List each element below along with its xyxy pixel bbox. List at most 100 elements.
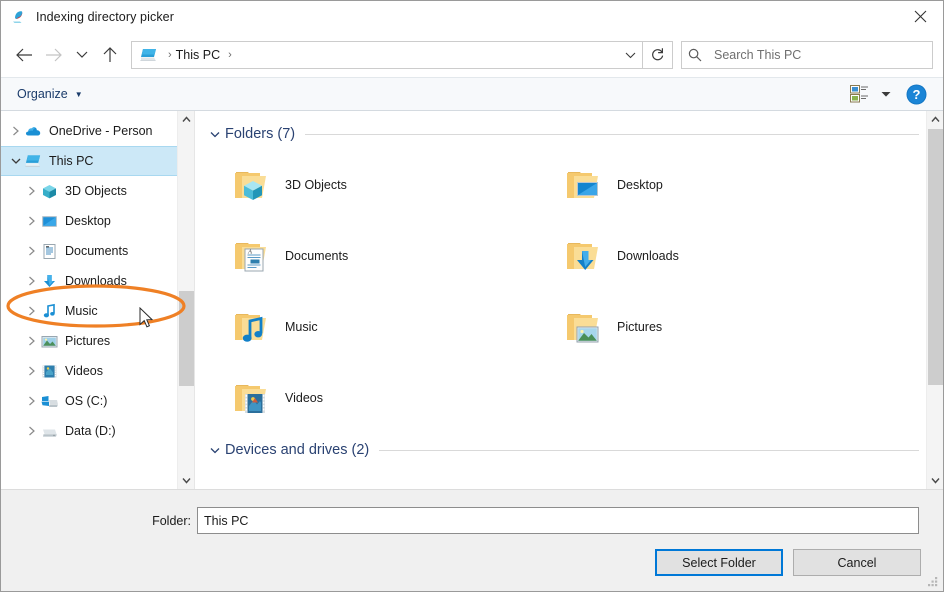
folder-item-desktop[interactable]: Desktop [535,149,867,220]
chevron-right-icon[interactable] [23,362,41,380]
folder-item-label: 3D Objects [285,177,347,192]
caret-down-icon: ▼ [74,89,83,99]
sidebar-item-label: OneDrive - Person [49,124,153,138]
sidebar-item-label: Desktop [65,214,111,228]
folder-item-pictures[interactable]: Pictures [535,291,867,362]
search-input[interactable]: Search This PC [681,40,933,69]
sidebar-item-pictures[interactable]: Pictures [1,326,194,356]
sidebar-item-3d-objects[interactable]: 3D Objects [1,176,194,206]
documents-icon [41,243,58,260]
folder-item-music[interactable]: Music [203,291,535,362]
windows-drive-icon [41,393,58,410]
folder-item-videos[interactable]: Videos [203,362,535,433]
refresh-icon[interactable] [643,40,673,69]
address-dropdown-icon[interactable] [618,42,642,68]
forward-button[interactable] [39,40,69,70]
music-icon [41,303,58,320]
select-folder-button[interactable]: Select Folder [655,549,783,576]
chevron-right-icon[interactable] [7,122,25,140]
help-icon[interactable]: ? [899,82,933,106]
folder-field-row: Folder: This PC [1,490,943,534]
group-header-label: Folders (7) [225,126,296,142]
chevron-down-icon[interactable] [207,447,223,454]
cancel-button[interactable]: Cancel [793,549,921,576]
chevron-right-icon[interactable] [23,182,41,200]
folder-downloads-icon [561,234,605,278]
up-button[interactable] [95,40,125,70]
tree-scroll-thumb[interactable] [179,291,194,386]
chevron-down-icon[interactable] [7,152,25,170]
sidebar-item-label: Downloads [65,274,127,288]
3d-objects-icon [41,183,58,200]
folder-documents-icon: A [229,234,273,278]
folder-3d-objects-icon [229,163,273,207]
chevron-down-icon[interactable] [207,131,223,138]
sidebar-item-onedrive[interactable]: OneDrive - Person [1,116,194,146]
folder-pictures-icon [561,305,605,349]
scroll-up-icon[interactable] [927,111,943,128]
sidebar-item-data-d[interactable]: Data (D:) [1,416,194,446]
sidebar-item-label: Documents [65,244,129,258]
recent-locations-button[interactable] [69,40,95,70]
sidebar-item-music[interactable]: Music [1,296,194,326]
title-bar: Indexing directory picker [1,1,943,32]
resize-grip[interactable] [927,576,939,588]
close-icon[interactable] [897,1,943,32]
organize-button[interactable]: Organize ▼ [17,87,83,101]
sidebar-item-label: Pictures [65,334,111,348]
search-placeholder: Search This PC [714,47,802,62]
chevron-right-icon[interactable] [23,392,41,410]
tree-scrollbar[interactable] [177,111,194,489]
svg-text:A: A [247,248,252,255]
chevron-right-icon[interactable] [23,272,41,290]
organize-label: Organize [17,87,68,101]
sidebar-item-os-c[interactable]: OS (C:) [1,386,194,416]
scroll-down-icon[interactable] [927,472,943,489]
app-kite-icon [11,9,27,25]
back-button[interactable] [9,40,39,70]
downloads-icon [41,273,58,290]
items-scroll-thumb[interactable] [928,129,943,385]
folder-item-documents[interactable]: A Documents [203,220,535,291]
folder-item-3d-objects[interactable]: 3D Objects [203,149,535,220]
folder-videos-icon [229,376,273,420]
chevron-right-icon[interactable] [23,422,41,440]
breadcrumb-item-this-pc[interactable]: This PC [176,48,220,62]
folder-item-downloads[interactable]: Downloads [535,220,867,291]
sidebar-item-desktop[interactable]: Desktop [1,206,194,236]
folder-item-label: Documents [285,248,349,263]
drive-icon [41,423,58,440]
breadcrumb-separator-1[interactable]: › [228,49,232,61]
this-pc-icon [140,47,158,63]
onedrive-icon [25,123,42,140]
folder-item-label: Music [285,319,318,334]
view-dropdown-icon[interactable] [873,82,899,106]
sidebar-item-label: OS (C:) [65,394,108,408]
folder-music-icon [229,305,273,349]
sidebar-item-this-pc[interactable]: This PC [1,146,190,176]
sidebar-item-documents[interactable]: Documents [1,236,194,266]
sidebar-item-downloads[interactable]: Downloads [1,266,194,296]
group-header-devices[interactable]: Devices and drives (2) [203,437,943,463]
folder-name-input[interactable]: This PC [197,507,919,534]
folder-item-label: Pictures [617,319,663,334]
videos-icon [41,363,58,380]
group-header-folders[interactable]: Folders (7) [203,121,943,147]
scroll-up-icon[interactable] [178,111,194,128]
chevron-right-icon[interactable] [23,212,41,230]
chevron-right-icon[interactable] [23,332,41,350]
view-details-icon[interactable] [845,82,873,106]
sidebar-item-videos[interactable]: Videos [1,356,194,386]
items-scrollbar[interactable] [926,111,943,489]
navigation-tree: OneDrive - Person This PC 3D Objects Des… [1,111,194,446]
chevron-right-icon[interactable] [23,302,41,320]
address-bar[interactable]: › This PC › [131,40,643,69]
svg-text:?: ? [912,87,920,102]
folder-item-label: Downloads [617,248,679,263]
scroll-down-icon[interactable] [178,472,194,489]
breadcrumb-separator-0[interactable]: › [168,49,172,61]
chevron-right-icon[interactable] [23,242,41,260]
command-bar: Organize ▼ ? [1,77,943,111]
sidebar-item-label: Music [65,304,98,318]
group-header-rule [305,133,919,135]
